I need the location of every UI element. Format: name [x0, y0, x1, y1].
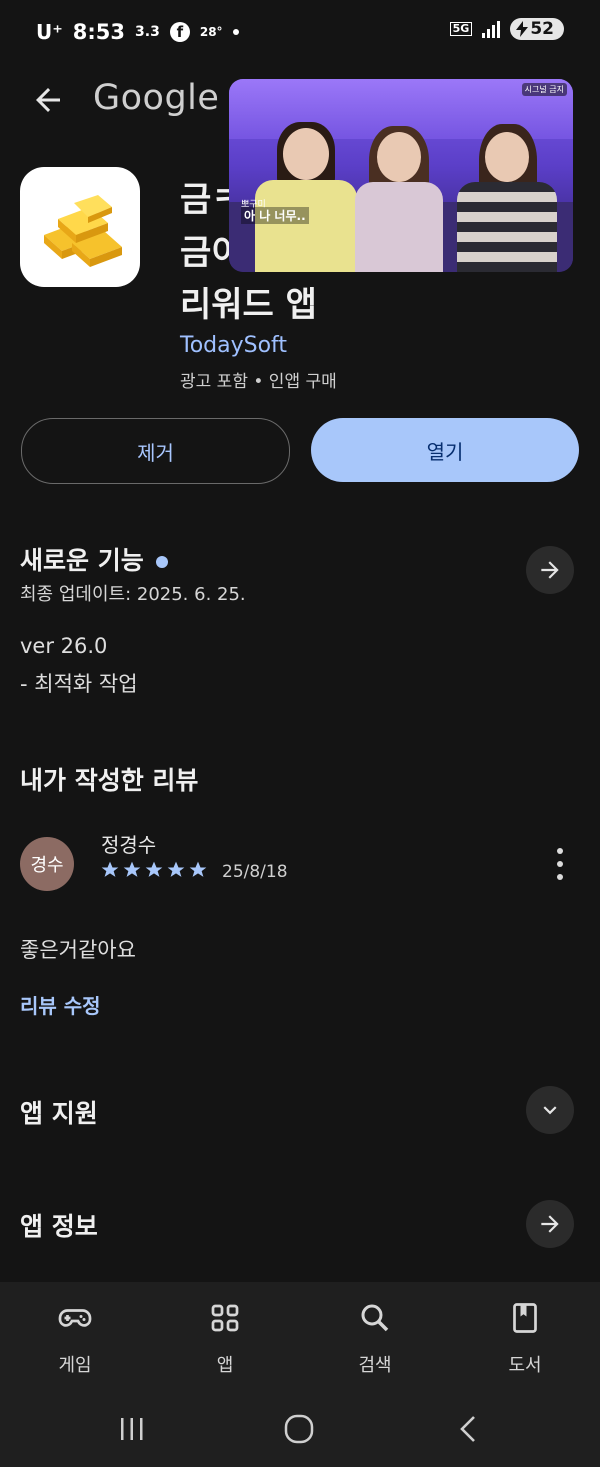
recents-icon [121, 1418, 143, 1440]
version-text: ver 26.0 [20, 634, 108, 658]
review-more-button[interactable] [549, 848, 571, 880]
clock: 8:53 [72, 20, 126, 44]
nav-label-games: 게임 [58, 1355, 92, 1376]
system-back-button[interactable] [443, 1404, 493, 1454]
chevron-left-icon [460, 1416, 475, 1442]
arrow-right-icon [541, 561, 559, 579]
star-icon [101, 861, 119, 877]
reviewer-name: 정경수 [101, 833, 157, 857]
nav-item-books[interactable]: 도서 [450, 1282, 600, 1392]
battery-level: 52 [530, 19, 554, 39]
app-meta: 광고 포함 • 인앱 구매 [180, 372, 337, 392]
recents-button[interactable] [107, 1404, 157, 1454]
star-icon [123, 861, 141, 877]
open-button[interactable]: 열기 [311, 418, 579, 482]
whats-new-title: 새로운 기능 [20, 546, 144, 575]
apps-grid-icon [211, 1304, 239, 1332]
battery-indicator: 52 [510, 18, 564, 40]
nav-label-books: 도서 [508, 1355, 542, 1376]
pip-video-player[interactable]: 뽀구미 아 나 너무.. 시그널 금지 [229, 79, 573, 272]
whats-new-arrow-button[interactable] [526, 546, 574, 594]
app-support-expand-button[interactable] [526, 1086, 574, 1134]
arrow-left-icon [36, 88, 60, 112]
nav-label-search: 검색 [358, 1355, 392, 1376]
nav-label-apps: 앱 [216, 1355, 234, 1376]
video-person-2 [351, 102, 447, 272]
app-support-title: 앱 지원 [20, 1099, 98, 1128]
gamepad-icon [58, 1309, 92, 1327]
last-updated: 최종 업데이트: 2025. 6. 25. [20, 584, 246, 605]
signal-icon [482, 20, 501, 38]
arrow-right-icon [541, 1215, 559, 1233]
temperature: 28° [199, 25, 223, 39]
chevron-down-icon [543, 1106, 557, 1115]
charging-bolt-icon [516, 21, 529, 37]
star-icon [167, 861, 185, 877]
star-icon [145, 861, 163, 877]
new-indicator-dot-icon [155, 556, 168, 568]
avatar: 경수 [20, 837, 74, 891]
carrier-label: U⁺ [36, 20, 63, 44]
home-icon [284, 1414, 314, 1444]
app-icon [20, 167, 140, 287]
video-caption: 아 나 너무.. [241, 207, 309, 224]
edit-review-link[interactable]: 리뷰 수정 [20, 990, 101, 1019]
notification-dot-icon [232, 29, 239, 35]
release-notes: - 최적화 작업 [20, 672, 138, 696]
rating-stars [100, 860, 208, 880]
review-date: 25/8/18 [222, 862, 288, 882]
gold-bars-icon [44, 195, 122, 267]
video-person-1 [251, 102, 361, 272]
my-review-title: 내가 작성한 리뷰 [20, 766, 199, 795]
bottom-navigation: 게임 앱 검색 도서 [0, 1282, 600, 1392]
whats-new-heading: 새로운 기능 [20, 541, 168, 577]
app-name-line3: 리워드 앱 [180, 285, 317, 325]
review-body: 좋은거같아요 [20, 938, 136, 962]
developer-link[interactable]: TodaySoft [180, 333, 287, 358]
video-person-3 [451, 102, 561, 272]
more-vert-icon [557, 848, 563, 854]
search-icon [361, 1304, 389, 1332]
back-button[interactable] [30, 82, 66, 118]
nav-item-apps[interactable]: 앱 [150, 1282, 300, 1392]
star-icon [189, 861, 207, 877]
system-navigation-bar [0, 1392, 600, 1467]
video-channel-badge: 시그널 금지 [521, 83, 567, 96]
data-speed: 3.3 [135, 24, 160, 40]
book-icon [513, 1303, 537, 1333]
nav-item-search[interactable]: 검색 [300, 1282, 450, 1392]
uninstall-button[interactable]: 제거 [21, 418, 290, 484]
about-app-title: 앱 정보 [20, 1212, 98, 1241]
about-app-arrow-button[interactable] [526, 1200, 574, 1248]
nav-item-games[interactable]: 게임 [0, 1282, 150, 1392]
facebook-icon: f [169, 22, 190, 42]
home-button[interactable] [274, 1404, 324, 1454]
network-type: 5G [449, 22, 473, 36]
status-bar: U⁺ 8:53 3.3 f 28° 5G 52 [0, 0, 600, 62]
